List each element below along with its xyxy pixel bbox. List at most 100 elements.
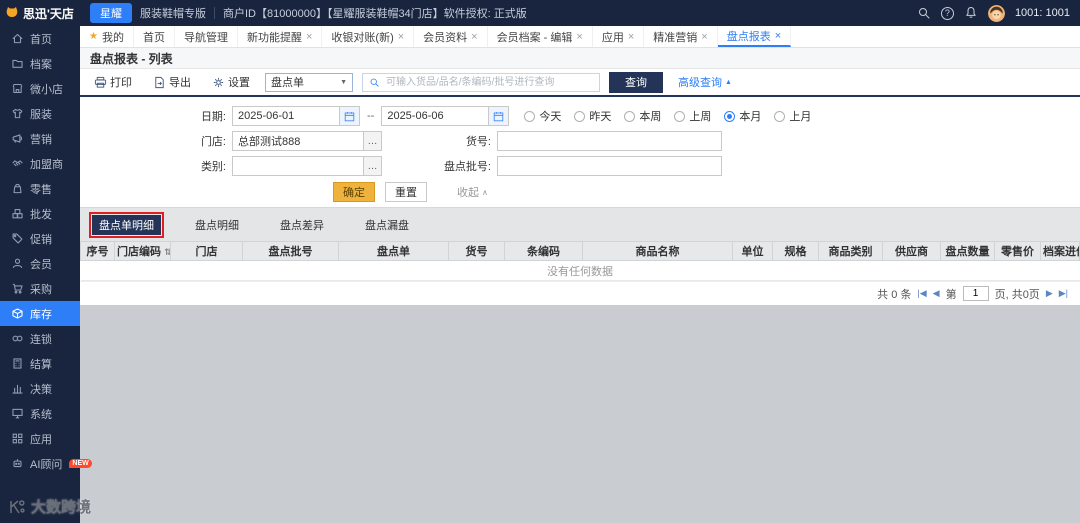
search-input[interactable] [384, 75, 593, 89]
sidebar-item-decision[interactable]: 决策 [0, 376, 80, 401]
column-header-supplier[interactable]: 供应商 [882, 241, 941, 261]
close-icon[interactable]: × [398, 31, 404, 43]
first-page-icon[interactable]: |◀ [917, 288, 926, 299]
avatar[interactable] [987, 4, 1005, 22]
store-picker-button[interactable]: … [363, 132, 381, 150]
column-header-cost-price[interactable]: 档案进价 [1040, 241, 1080, 261]
column-header-count-qty[interactable]: 盘点数量 [940, 241, 995, 261]
sidebar-item-ai-advisor[interactable]: AI顾问 NEW [0, 451, 92, 476]
category-input[interactable] [233, 157, 363, 175]
sidebar-item-marketing[interactable]: 营销 [0, 126, 80, 151]
print-button[interactable]: 打印 [88, 73, 138, 91]
chart-icon [11, 382, 24, 395]
radio-yesterday[interactable]: 昨天 [574, 108, 611, 124]
detail-tab-count-detail[interactable]: 盘点明细 [188, 215, 246, 235]
sidebar-item-micro-store[interactable]: 微小店 [0, 76, 80, 101]
date-to-input[interactable] [382, 110, 489, 122]
export-label: 导出 [169, 77, 191, 89]
sidebar-item-archives[interactable]: 档案 [0, 51, 80, 76]
table-header-row: 序号 门店编码 ⇅ 门店 盘点批号 盘点单 货号 条编码 商品名称 单位 规格 … [80, 241, 1080, 261]
column-header-spec[interactable]: 规格 [772, 241, 819, 261]
sidebar-item-franchisee[interactable]: 加盟商 [0, 151, 80, 176]
next-page-icon[interactable]: ▶ [1046, 288, 1053, 299]
radio-last-week[interactable]: 上周 [674, 108, 711, 124]
prev-page-icon[interactable]: ◀ [933, 288, 940, 299]
sidebar-item-promotion[interactable]: 促销 [0, 226, 80, 251]
confirm-button[interactable]: 确定 [333, 182, 375, 202]
date-range-separator: -- [367, 110, 375, 122]
sidebar-item-wholesale[interactable]: 批发 [0, 201, 80, 226]
category-picker-button[interactable]: … [363, 157, 381, 175]
close-icon[interactable]: × [471, 31, 477, 43]
last-page-icon[interactable]: ▶| [1059, 288, 1068, 299]
radio-this-month[interactable]: 本月 [724, 108, 761, 124]
column-header-category[interactable]: 商品类别 [818, 241, 883, 261]
column-header-index[interactable]: 序号 [80, 241, 115, 261]
sidebar-item-settlement[interactable]: 结算 [0, 351, 80, 376]
close-icon[interactable]: × [576, 31, 582, 43]
export-button[interactable]: 导出 [147, 73, 197, 91]
radio-today[interactable]: 今天 [524, 108, 561, 124]
printer-icon [94, 76, 107, 88]
tab-mine[interactable]: ★ 我的 [80, 26, 134, 47]
calendar-icon[interactable] [339, 107, 359, 125]
column-header-product-name[interactable]: 商品名称 [582, 241, 733, 261]
tab-application[interactable]: 应用 × [593, 26, 645, 47]
tab-member-info[interactable]: 会员资料 × [414, 26, 488, 47]
column-header-sheet-no[interactable]: 盘点单 [338, 241, 449, 261]
advanced-query-button[interactable]: 高级查询 ▲ [672, 73, 738, 91]
search-icon[interactable] [917, 6, 931, 20]
close-icon[interactable]: × [628, 31, 634, 43]
store-input[interactable] [233, 132, 363, 150]
column-header-item-no[interactable]: 货号 [448, 241, 505, 261]
handshake-icon [11, 157, 24, 170]
detail-tab-count-diff[interactable]: 盘点差异 [273, 215, 331, 235]
tab-precision-marketing[interactable]: 精准营销 × [644, 26, 718, 47]
column-header-unit[interactable]: 单位 [732, 241, 773, 261]
close-icon[interactable]: × [775, 30, 781, 42]
watermark-logo-icon [10, 499, 25, 513]
batch-no-input[interactable] [497, 156, 722, 176]
query-button[interactable]: 查询 [609, 71, 663, 93]
radio-last-month[interactable]: 上月 [774, 108, 811, 124]
tab-home[interactable]: 首页 [134, 26, 175, 47]
sidebar-item-chain[interactable]: 连锁 [0, 326, 80, 351]
column-header-store[interactable]: 门店 [170, 241, 243, 261]
item-no-input[interactable] [497, 131, 722, 151]
settings-button[interactable]: 设置 [206, 73, 256, 91]
date-from-input[interactable] [233, 110, 339, 122]
sidebar-item-inventory[interactable]: 库存 [0, 301, 80, 326]
reset-button[interactable]: 重置 [385, 182, 427, 202]
sidebar-item-purchase[interactable]: 采购 [0, 276, 80, 301]
collapse-toggle[interactable]: 收起 ∧ [457, 184, 488, 200]
sidebar-item-home[interactable]: 首页 [0, 26, 80, 51]
tab-member-archive-edit[interactable]: 会员档案 - 编辑 × [488, 26, 593, 47]
sort-icon[interactable]: ⇅ [164, 247, 169, 257]
column-header-barcode[interactable]: 条编码 [504, 241, 583, 261]
column-header-retail-price[interactable]: 零售价 [994, 241, 1041, 261]
tab-cashier-reconcile[interactable]: 收银对账(新) × [322, 26, 415, 47]
sidebar-item-system[interactable]: 系统 [0, 401, 80, 426]
edition-button[interactable]: 星耀 [90, 3, 132, 23]
bell-icon[interactable] [964, 6, 978, 20]
page-number-input[interactable] [962, 286, 989, 301]
detail-tab-count-missed[interactable]: 盘点漏盘 [358, 215, 416, 235]
tab-new-feature-alert[interactable]: 新功能提醒 × [238, 26, 323, 47]
sidebar-item-retail[interactable]: 零售 [0, 176, 80, 201]
help-icon[interactable]: ? [940, 6, 954, 20]
tab-nav-management[interactable]: 导航管理 [175, 26, 238, 47]
close-icon[interactable]: × [701, 31, 707, 43]
radio-circle [524, 110, 536, 122]
doc-type-select[interactable]: 盘点单 ▼ [265, 72, 353, 92]
detail-tab-sheet-detail[interactable]: 盘点单明细 [89, 212, 164, 238]
close-icon[interactable]: × [306, 31, 312, 43]
sidebar-item-clothing[interactable]: 服装 [0, 101, 80, 126]
tab-inventory-report[interactable]: 盘点报表 × [717, 26, 792, 47]
column-header-store-code[interactable]: 门店编码 ⇅ [114, 241, 171, 261]
sidebar-item-member[interactable]: 会员 [0, 251, 80, 276]
radio-this-week[interactable]: 本周 [624, 108, 661, 124]
sidebar-item-application[interactable]: 应用 [0, 426, 80, 451]
calendar-icon[interactable] [488, 107, 509, 125]
column-header-batch-no[interactable]: 盘点批号 [242, 241, 339, 261]
tab-label: 首页 [142, 31, 165, 44]
